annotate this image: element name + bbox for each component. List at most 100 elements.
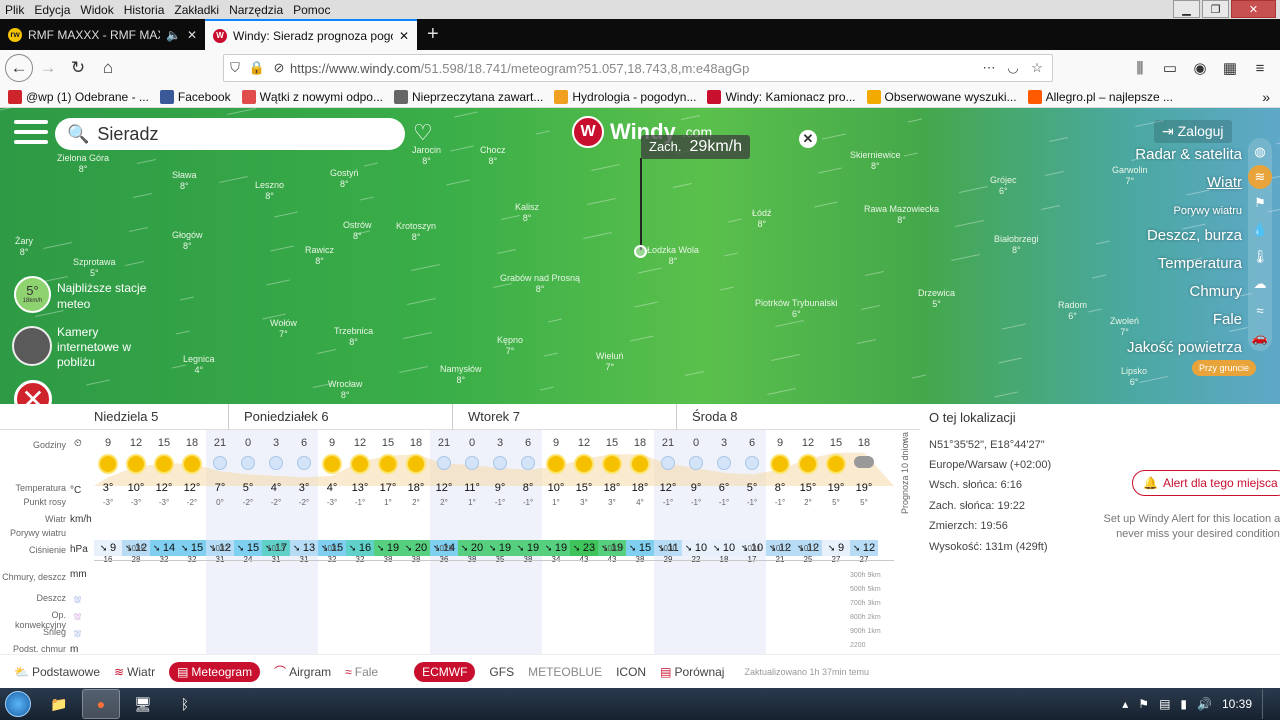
menu-item[interactable]: Plik (0, 3, 29, 17)
city-label[interactable]: Drzewica 5° (918, 288, 955, 310)
alert-button[interactable]: 🔔 Alert dla tego miejsca (1132, 470, 1280, 496)
view-tab-2[interactable]: ▤ Meteogram (169, 661, 261, 682)
tab-close-icon[interactable]: ✕ (187, 28, 197, 42)
search-box[interactable]: 🔍 Sieradz (55, 118, 405, 150)
globe-icon[interactable]: ◍ (1248, 138, 1272, 165)
bookmark[interactable]: Hydrologia - pogodyn... (554, 89, 696, 104)
city-label[interactable]: Piotrków Trybunalski 6° (755, 298, 838, 320)
library-icon[interactable]: ⫼ (1128, 54, 1152, 82)
webcam-thumbnail[interactable] (12, 326, 52, 366)
city-label[interactable]: Żary 8° (15, 236, 33, 258)
model-tab-3[interactable]: ICON (616, 665, 646, 679)
close-forecast-button[interactable]: ✕ (14, 380, 52, 404)
tray-network-icon[interactable]: ▤ (1159, 697, 1170, 711)
tab-rmf[interactable]: rw RMF MAXXX - RMF MAXXX 🔈 ✕ (0, 19, 205, 50)
explorer-taskbar-icon[interactable]: 📁 (40, 689, 78, 719)
layer-3[interactable]: Deszcz, burza (1127, 222, 1242, 250)
view-tab-3[interactable]: ⌒ Airgram (274, 663, 331, 680)
show-hidden-icons[interactable]: ▴ (1122, 697, 1128, 711)
city-label[interactable]: Zielona Góra 8° (57, 153, 109, 175)
show-desktop-button[interactable] (1262, 689, 1270, 719)
minimize-button[interactable]: ▁ (1173, 0, 1200, 18)
close-picker-button[interactable]: ✕ (799, 130, 817, 148)
tab-close-icon[interactable]: ✕ (399, 29, 409, 43)
ten-day-forecast-link[interactable]: › Prognoza 10 dniowa (896, 432, 918, 654)
tray-flag-icon[interactable]: ⚑ (1138, 697, 1149, 711)
city-label[interactable]: Kalisz 8° (515, 202, 539, 224)
view-tab-0[interactable]: ⛅ Podstawowe (14, 665, 100, 679)
layer-5[interactable]: Chmury (1127, 278, 1242, 306)
extension-icon[interactable]: ▦ (1218, 54, 1242, 82)
search-input[interactable]: Sieradz (97, 124, 158, 145)
account-icon[interactable]: ◉ (1188, 54, 1212, 82)
bookmark[interactable]: @wp (1) Odebrane - ... (8, 89, 149, 104)
menu-item[interactable]: Pomoc (288, 3, 335, 17)
city-label[interactable]: Kępno 7° (497, 335, 523, 357)
home-button[interactable]: ⌂ (93, 53, 123, 83)
city-label[interactable]: Jarocin 8° (412, 145, 441, 167)
menu-item[interactable]: Edycja (29, 3, 75, 17)
layer-6[interactable]: Fale (1127, 306, 1242, 334)
bookmark[interactable]: Wątki z nowymi odpo... (241, 89, 383, 104)
tray-signal-icon[interactable]: ▮ (1180, 697, 1187, 711)
bookmarks-overflow-icon[interactable]: » (1262, 89, 1270, 105)
station-badge[interactable]: 5° 18km/h (14, 276, 51, 313)
login-button[interactable]: ⇥ Zaloguj (1154, 120, 1232, 143)
clock[interactable]: 10:39 (1222, 697, 1252, 711)
city-label[interactable]: Radom 6° (1058, 300, 1087, 322)
favorite-heart-icon[interactable]: ♡ (413, 120, 433, 146)
bookmark[interactable]: Nieprzeczytana zawart... (393, 89, 543, 104)
tracking-icon[interactable]: ⊘ (268, 60, 290, 76)
view-tab-1[interactable]: ≋ Wiatr (114, 665, 155, 679)
city-label[interactable]: Zwoleń 7° (1110, 316, 1139, 338)
pocket-icon[interactable]: ◡ (1002, 60, 1024, 76)
city-label[interactable]: Garwolin 7° (1112, 165, 1148, 187)
shield-icon[interactable]: ⛉ (224, 60, 246, 76)
bookmark[interactable]: Facebook (159, 89, 231, 104)
network-drive-taskbar-icon[interactable]: 🖥 (124, 689, 162, 719)
firefox-taskbar-icon[interactable]: ● (82, 689, 120, 719)
reload-button[interactable]: ↻ (63, 53, 93, 83)
model-tab-2[interactable]: METEOBLUE (528, 665, 602, 679)
city-label[interactable]: Trzebnica 8° (334, 326, 373, 348)
city-label[interactable]: Namysłów 8° (440, 364, 482, 386)
city-label[interactable]: Łódź 8° (752, 208, 772, 230)
bluetooth-taskbar-icon[interactable]: ᛒ (166, 689, 204, 719)
compare-button[interactable]: ▤ Porównaj (660, 665, 724, 679)
city-label[interactable]: Grabów nad Prosną 8° (500, 273, 580, 295)
main-menu-button[interactable] (14, 120, 48, 146)
rain-drop-icon[interactable]: 💧 (1248, 216, 1272, 243)
menu-item[interactable]: Zakładki (169, 3, 224, 17)
lock-icon[interactable]: 🔒 (246, 60, 268, 76)
start-button[interactable] (0, 688, 36, 720)
city-label[interactable]: Wołów 7° (270, 318, 297, 340)
city-label[interactable]: Ostrów 8° (343, 220, 372, 242)
cloud-icon[interactable]: ☁ (1248, 270, 1272, 297)
layer-7[interactable]: Jakość powietrza (1127, 334, 1242, 362)
car-icon[interactable]: 🚗 (1248, 324, 1272, 351)
wind-layer-icon[interactable]: ≋ (1248, 165, 1272, 189)
city-label[interactable]: Legnica 4° (183, 354, 215, 376)
waves-icon[interactable]: ≈ (1248, 297, 1272, 324)
layer-4[interactable]: Temperatura (1127, 250, 1242, 278)
city-label[interactable]: Głogów 8° (172, 230, 203, 252)
city-label[interactable]: Szprotawa 5° (73, 257, 116, 279)
back-button[interactable]: ← (5, 54, 33, 82)
bookmark[interactable]: Allegro.pl – najlepsze ... (1027, 89, 1173, 104)
city-label[interactable]: Rawicz 8° (305, 245, 334, 267)
url-bar[interactable]: ⛉ 🔒 ⊘ https://www.windy.com /51.598/18.7… (223, 54, 1053, 82)
gust-flag-icon[interactable]: ⚑ (1248, 189, 1272, 216)
ground-level-button[interactable]: Przy gruncie (1192, 360, 1257, 376)
city-label[interactable]: Sława 8° (172, 170, 197, 192)
tray-volume-icon[interactable]: 🔊 (1197, 697, 1212, 711)
sidebar-icon[interactable]: ▭ (1158, 54, 1182, 82)
city-label[interactable]: Krotoszyn 8° (396, 221, 436, 243)
view-tab-4[interactable]: ≈ Fale (345, 665, 378, 679)
menu-item[interactable]: Narzędzia (224, 3, 288, 17)
model-tab-0[interactable]: ECMWF (414, 661, 476, 682)
city-label[interactable]: Leszno 8° (255, 180, 284, 202)
layer-2[interactable]: Porywy wiatru (1127, 197, 1242, 222)
city-label[interactable]: Białobrzegi 8° (994, 234, 1039, 256)
city-label[interactable]: Gostyń 8° (330, 168, 359, 190)
menu-item[interactable]: Widok (75, 3, 118, 17)
